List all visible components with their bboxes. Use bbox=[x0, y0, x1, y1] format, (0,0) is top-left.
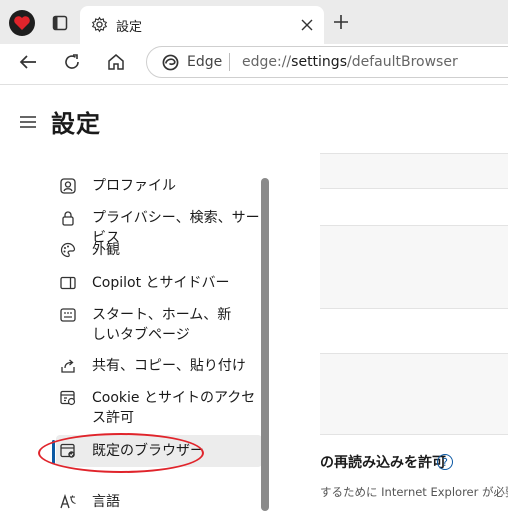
edge-logo-icon bbox=[161, 53, 179, 71]
sidebar-item-appearance[interactable]: 外観 bbox=[60, 240, 258, 260]
settings-card-3 bbox=[320, 308, 508, 354]
sidebar-item-label: 言語 bbox=[92, 494, 120, 510]
url-host: settings bbox=[291, 54, 347, 70]
sidebar-icon bbox=[60, 275, 76, 291]
address-url: edge://settings/defaultBrowser bbox=[242, 54, 458, 70]
address-separator bbox=[229, 53, 230, 71]
lock-icon bbox=[60, 210, 76, 226]
sidebar-item-profile[interactable]: プロファイル bbox=[60, 176, 258, 196]
gear-icon bbox=[90, 15, 108, 33]
sidebar-item-privacy[interactable]: プライバシー、検索、サービス bbox=[60, 208, 260, 246]
close-tab-icon[interactable] bbox=[300, 18, 314, 32]
tab-settings[interactable]: 設定 bbox=[80, 6, 324, 44]
url-path: /defaultBrowser bbox=[347, 54, 458, 70]
url-prefix: edge:// bbox=[242, 54, 292, 70]
help-icon[interactable]: ? bbox=[437, 454, 453, 470]
sidebar-item-share[interactable]: 共有、コピー、貼り付け bbox=[60, 356, 258, 376]
home-icon[interactable] bbox=[106, 52, 126, 72]
profile-icon bbox=[60, 178, 76, 194]
setting-description: するために Internet Explorer が必要な bbox=[320, 485, 508, 499]
hamburger-menu-icon[interactable] bbox=[20, 113, 36, 128]
sidebar-item-language[interactable]: 言語 bbox=[60, 492, 258, 512]
language-icon bbox=[60, 493, 76, 510]
page-title: 設定 bbox=[51, 110, 101, 138]
share-icon bbox=[60, 358, 76, 374]
palette-icon bbox=[60, 242, 76, 258]
address-bar[interactable]: Edge edge://settings/defaultBrowser bbox=[146, 46, 508, 78]
sidebar-item-label: Copilot とサイドバー bbox=[92, 275, 230, 291]
tab-bar: 設定 bbox=[0, 0, 508, 44]
tab-actions-icon[interactable] bbox=[51, 14, 69, 32]
sidebar-item-default-browser[interactable]: 既定のブラウザー bbox=[56, 435, 262, 467]
sidebar-item-label: 共有、コピー、貼り付け bbox=[92, 358, 246, 374]
sidebar-item-start-home[interactable]: スタート、ホーム、新しいタブページ bbox=[60, 305, 258, 345]
default-browser-icon bbox=[60, 443, 76, 459]
site-permissions-icon bbox=[60, 390, 76, 406]
settings-card-1 bbox=[320, 85, 508, 154]
tab-title: 設定 bbox=[116, 20, 143, 35]
settings-card-2 bbox=[320, 188, 508, 226]
sidebar-item-cookies[interactable]: Cookie とサイトのアクセス許可 bbox=[60, 388, 258, 428]
sidebar-item-label: 外観 bbox=[92, 242, 120, 258]
sidebar-scrollbar[interactable] bbox=[261, 178, 269, 511]
refresh-icon[interactable] bbox=[62, 52, 82, 72]
setting-label: の再読み込みを許可 bbox=[320, 455, 446, 471]
sidebar-item-label: Cookie とサイトのアクセス許可 bbox=[92, 390, 256, 426]
back-icon[interactable] bbox=[18, 52, 38, 72]
sidebar-item-label: スタート、ホーム、新しいタブページ bbox=[92, 307, 232, 343]
sidebar-item-label: プロファイル bbox=[92, 178, 176, 194]
selected-indicator bbox=[52, 440, 55, 464]
sidebar-item-label: 既定のブラウザー bbox=[92, 443, 204, 459]
new-tab-icon[interactable] bbox=[332, 13, 350, 31]
address-brand: Edge bbox=[187, 54, 223, 70]
profile-avatar-icon[interactable] bbox=[9, 10, 35, 36]
settings-card-4 bbox=[320, 434, 508, 512]
sidebar-item-copilot[interactable]: Copilot とサイドバー bbox=[60, 273, 258, 293]
start-page-icon bbox=[60, 307, 76, 323]
